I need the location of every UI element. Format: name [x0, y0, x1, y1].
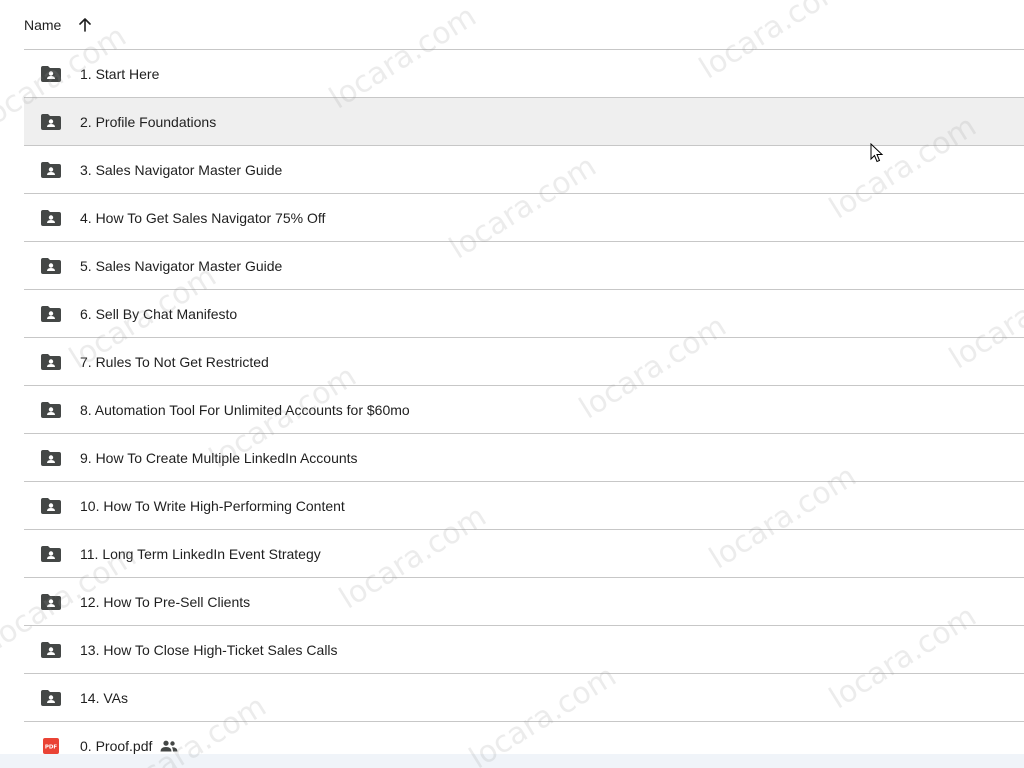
- folder-row[interactable]: 11. Long Term LinkedIn Event Strategy: [24, 530, 1024, 578]
- shared-folder-icon: [41, 352, 61, 372]
- shared-folder-icon: [41, 496, 61, 516]
- item-name: 9. How To Create Multiple LinkedIn Accou…: [80, 449, 358, 466]
- shared-folder-icon: [41, 640, 61, 660]
- folder-row[interactable]: 8. Automation Tool For Unlimited Account…: [24, 386, 1024, 434]
- folder-row[interactable]: 4. How To Get Sales Navigator 75% Off: [24, 194, 1024, 242]
- drive-file-list-page: Name 1. Start Here 2. Profile Foundations…: [0, 0, 1024, 768]
- shared-folder-icon: [41, 304, 61, 324]
- item-name: 6. Sell By Chat Manifesto: [80, 305, 238, 322]
- shared-folder-icon: [41, 448, 61, 468]
- item-name: 10. How To Write High-Performing Content: [80, 497, 345, 514]
- shared-folder-icon: [41, 592, 61, 612]
- folder-row[interactable]: 7. Rules To Not Get Restricted: [24, 338, 1024, 386]
- item-name: 4. How To Get Sales Navigator 75% Off: [80, 209, 326, 226]
- folder-row[interactable]: 12. How To Pre-Sell Clients: [24, 578, 1024, 626]
- list-header: Name: [24, 0, 1024, 50]
- shared-folder-icon: [41, 160, 61, 180]
- shared-folder-icon: [41, 256, 61, 276]
- folder-row[interactable]: 10. How To Write High-Performing Content: [24, 482, 1024, 530]
- folder-row[interactable]: 1. Start Here: [24, 50, 1024, 98]
- folder-row[interactable]: 5. Sales Navigator Master Guide: [24, 242, 1024, 290]
- item-name: 13. How To Close High-Ticket Sales Calls: [80, 641, 338, 658]
- name-column-header[interactable]: Name: [24, 17, 61, 33]
- item-name: 5. Sales Navigator Master Guide: [80, 257, 283, 274]
- item-name: 0. Proof.pdf: [80, 737, 153, 754]
- item-name: 8. Automation Tool For Unlimited Account…: [80, 401, 410, 418]
- shared-folder-icon: [41, 208, 61, 228]
- item-name: 14. VAs: [80, 689, 128, 706]
- shared-folder-icon: [41, 112, 61, 132]
- bottom-bar: [0, 754, 1024, 768]
- folder-row[interactable]: 6. Sell By Chat Manifesto: [24, 290, 1024, 338]
- shared-folder-icon: [41, 544, 61, 564]
- shared-folder-icon: [41, 64, 61, 84]
- folder-row[interactable]: 14. VAs: [24, 674, 1024, 722]
- shared-people-icon: [160, 737, 178, 755]
- file-list: 1. Start Here 2. Profile Foundations 3. Sa…: [24, 50, 1024, 768]
- item-name: 11. Long Term LinkedIn Event Strategy: [80, 545, 321, 562]
- pdf-file-icon: PDF: [41, 736, 61, 756]
- item-name: 3. Sales Navigator Master Guide: [80, 161, 283, 178]
- sort-ascending-icon[interactable]: [75, 15, 95, 35]
- folder-row[interactable]: 9. How To Create Multiple LinkedIn Accou…: [24, 434, 1024, 482]
- folder-row[interactable]: 2. Profile Foundations: [24, 98, 1024, 146]
- svg-text:PDF: PDF: [45, 744, 58, 750]
- item-name: 1. Start Here: [80, 65, 160, 82]
- folder-row[interactable]: 3. Sales Navigator Master Guide: [24, 146, 1024, 194]
- shared-folder-icon: [41, 688, 61, 708]
- item-name: 7. Rules To Not Get Restricted: [80, 353, 269, 370]
- shared-folder-icon: [41, 400, 61, 420]
- folder-row[interactable]: 13. How To Close High-Ticket Sales Calls: [24, 626, 1024, 674]
- item-name: 12. How To Pre-Sell Clients: [80, 593, 251, 610]
- item-name: 2. Profile Foundations: [80, 113, 217, 130]
